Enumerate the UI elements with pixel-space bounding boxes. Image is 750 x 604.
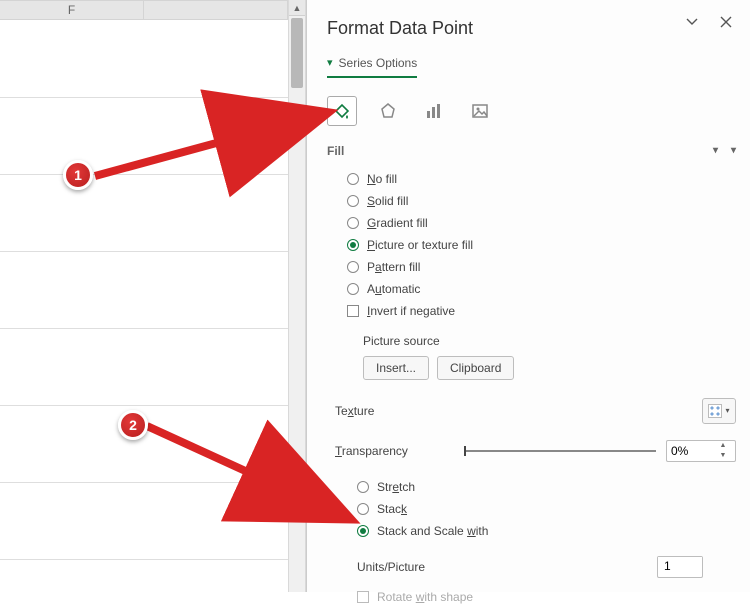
radio-stack[interactable]: Stack <box>357 498 736 520</box>
pane-title: Format Data Point <box>327 18 736 39</box>
radio-picture-fill[interactable]: Picture or texture fill <box>347 234 736 256</box>
radio-stretch[interactable]: Stretch <box>357 476 736 498</box>
chevron-down-icon: ▾ <box>731 145 736 156</box>
texture-swatch-icon <box>708 404 722 418</box>
texture-label: Texture <box>335 404 455 418</box>
checkbox-label: Invert if negative <box>367 304 455 318</box>
checkbox-icon <box>357 591 369 603</box>
column-header-row: F <box>0 0 288 20</box>
chevron-down-icon[interactable] <box>682 12 702 32</box>
radio-icon <box>357 481 369 493</box>
radio-icon <box>347 283 359 295</box>
units-input[interactable] <box>658 557 702 575</box>
spreadsheet-grid: F <box>0 0 288 592</box>
grid-body[interactable] <box>0 21 288 560</box>
grid-row[interactable] <box>0 21 288 98</box>
scroll-up-icon[interactable]: ▲ <box>289 0 305 16</box>
radio-no-fill[interactable]: No fill <box>347 168 736 190</box>
checkbox-invert-if-negative[interactable]: Invert if negative <box>347 300 736 322</box>
radio-label: Automatic <box>367 282 420 296</box>
grid-row[interactable] <box>0 175 288 252</box>
scroll-thumb[interactable] <box>291 18 303 88</box>
radio-icon <box>347 217 359 229</box>
radio-gradient-fill[interactable]: Gradient fill <box>347 212 736 234</box>
fill-line-icon[interactable] <box>327 96 357 126</box>
size-properties-icon[interactable] <box>419 96 449 126</box>
spin-up-icon[interactable]: ▲ <box>715 441 731 451</box>
units-per-picture-row: Units/Picture <box>327 556 736 578</box>
radio-pattern-fill[interactable]: Pattern fill <box>347 256 736 278</box>
radio-icon <box>347 261 359 273</box>
spin-down-icon[interactable]: ▼ <box>715 451 731 461</box>
category-icon-row <box>327 96 736 126</box>
radio-label: Stretch <box>377 480 415 494</box>
vertical-scrollbar[interactable]: ▲ <box>288 0 306 592</box>
chevron-down-icon: ▾ <box>725 406 729 415</box>
units-label: Units/Picture <box>357 560 657 574</box>
radio-icon <box>347 195 359 207</box>
radio-solid-fill[interactable]: Solid fill <box>347 190 736 212</box>
close-icon[interactable] <box>716 12 736 32</box>
grid-row[interactable] <box>0 329 288 406</box>
chevron-down-icon: ▾ <box>713 145 718 156</box>
radio-icon <box>347 173 359 185</box>
annotation-badge-2: 2 <box>118 410 148 440</box>
clipboard-button[interactable]: Clipboard <box>437 356 514 380</box>
format-data-point-pane: Format Data Point ▾ Series Options ▾ Fil… <box>306 0 750 592</box>
radio-stack-and-scale[interactable]: Stack and Scale with <box>357 520 736 542</box>
radio-icon <box>357 525 369 537</box>
fill-type-radios: No fill Solid fill Gradient fill Picture… <box>327 168 736 322</box>
grid-row[interactable] <box>0 252 288 329</box>
picture-icon[interactable] <box>465 96 495 126</box>
effects-icon[interactable] <box>373 96 403 126</box>
column-header-empty[interactable] <box>144 1 288 19</box>
picture-source-group: Picture source Insert... Clipboard <box>327 334 736 380</box>
radio-label: Pattern fill <box>367 260 420 274</box>
fill-heading: Fill <box>327 144 344 158</box>
transparency-spinbox[interactable]: ▲ ▼ <box>666 440 736 462</box>
radio-automatic[interactable]: Automatic <box>347 278 736 300</box>
radio-label: Gradient fill <box>367 216 428 230</box>
column-header-f[interactable]: F <box>0 1 144 19</box>
checkbox-icon <box>347 305 359 317</box>
transparency-slider[interactable] <box>465 450 656 452</box>
picture-source-label: Picture source <box>363 334 736 348</box>
tab-label: Series Options <box>339 56 418 70</box>
texture-dropdown[interactable]: ▾ <box>702 398 736 424</box>
transparency-input[interactable] <box>667 444 715 458</box>
grid-row[interactable] <box>0 98 288 175</box>
radio-label: Stack <box>377 502 407 516</box>
units-input-box[interactable] <box>657 556 703 578</box>
chevron-down-icon: ▾ <box>327 56 333 69</box>
radio-label: No fill <box>367 172 397 186</box>
transparency-label: Transparency <box>335 444 455 458</box>
tab-series-options[interactable]: ▾ Series Options <box>327 56 417 78</box>
annotation-badge-1: 1 <box>63 160 93 190</box>
radio-icon <box>357 503 369 515</box>
tile-mode-radios: Stretch Stack Stack and Scale with <box>327 476 736 542</box>
radio-icon <box>347 239 359 251</box>
radio-label: Stack and Scale with <box>377 524 488 538</box>
grid-row[interactable] <box>0 483 288 560</box>
radio-label: Picture or texture fill <box>367 238 473 252</box>
radio-label: Solid fill <box>367 194 408 208</box>
fill-section-header[interactable]: ▾ Fill ▾ <box>327 144 736 158</box>
insert-button[interactable]: Insert... <box>363 356 429 380</box>
